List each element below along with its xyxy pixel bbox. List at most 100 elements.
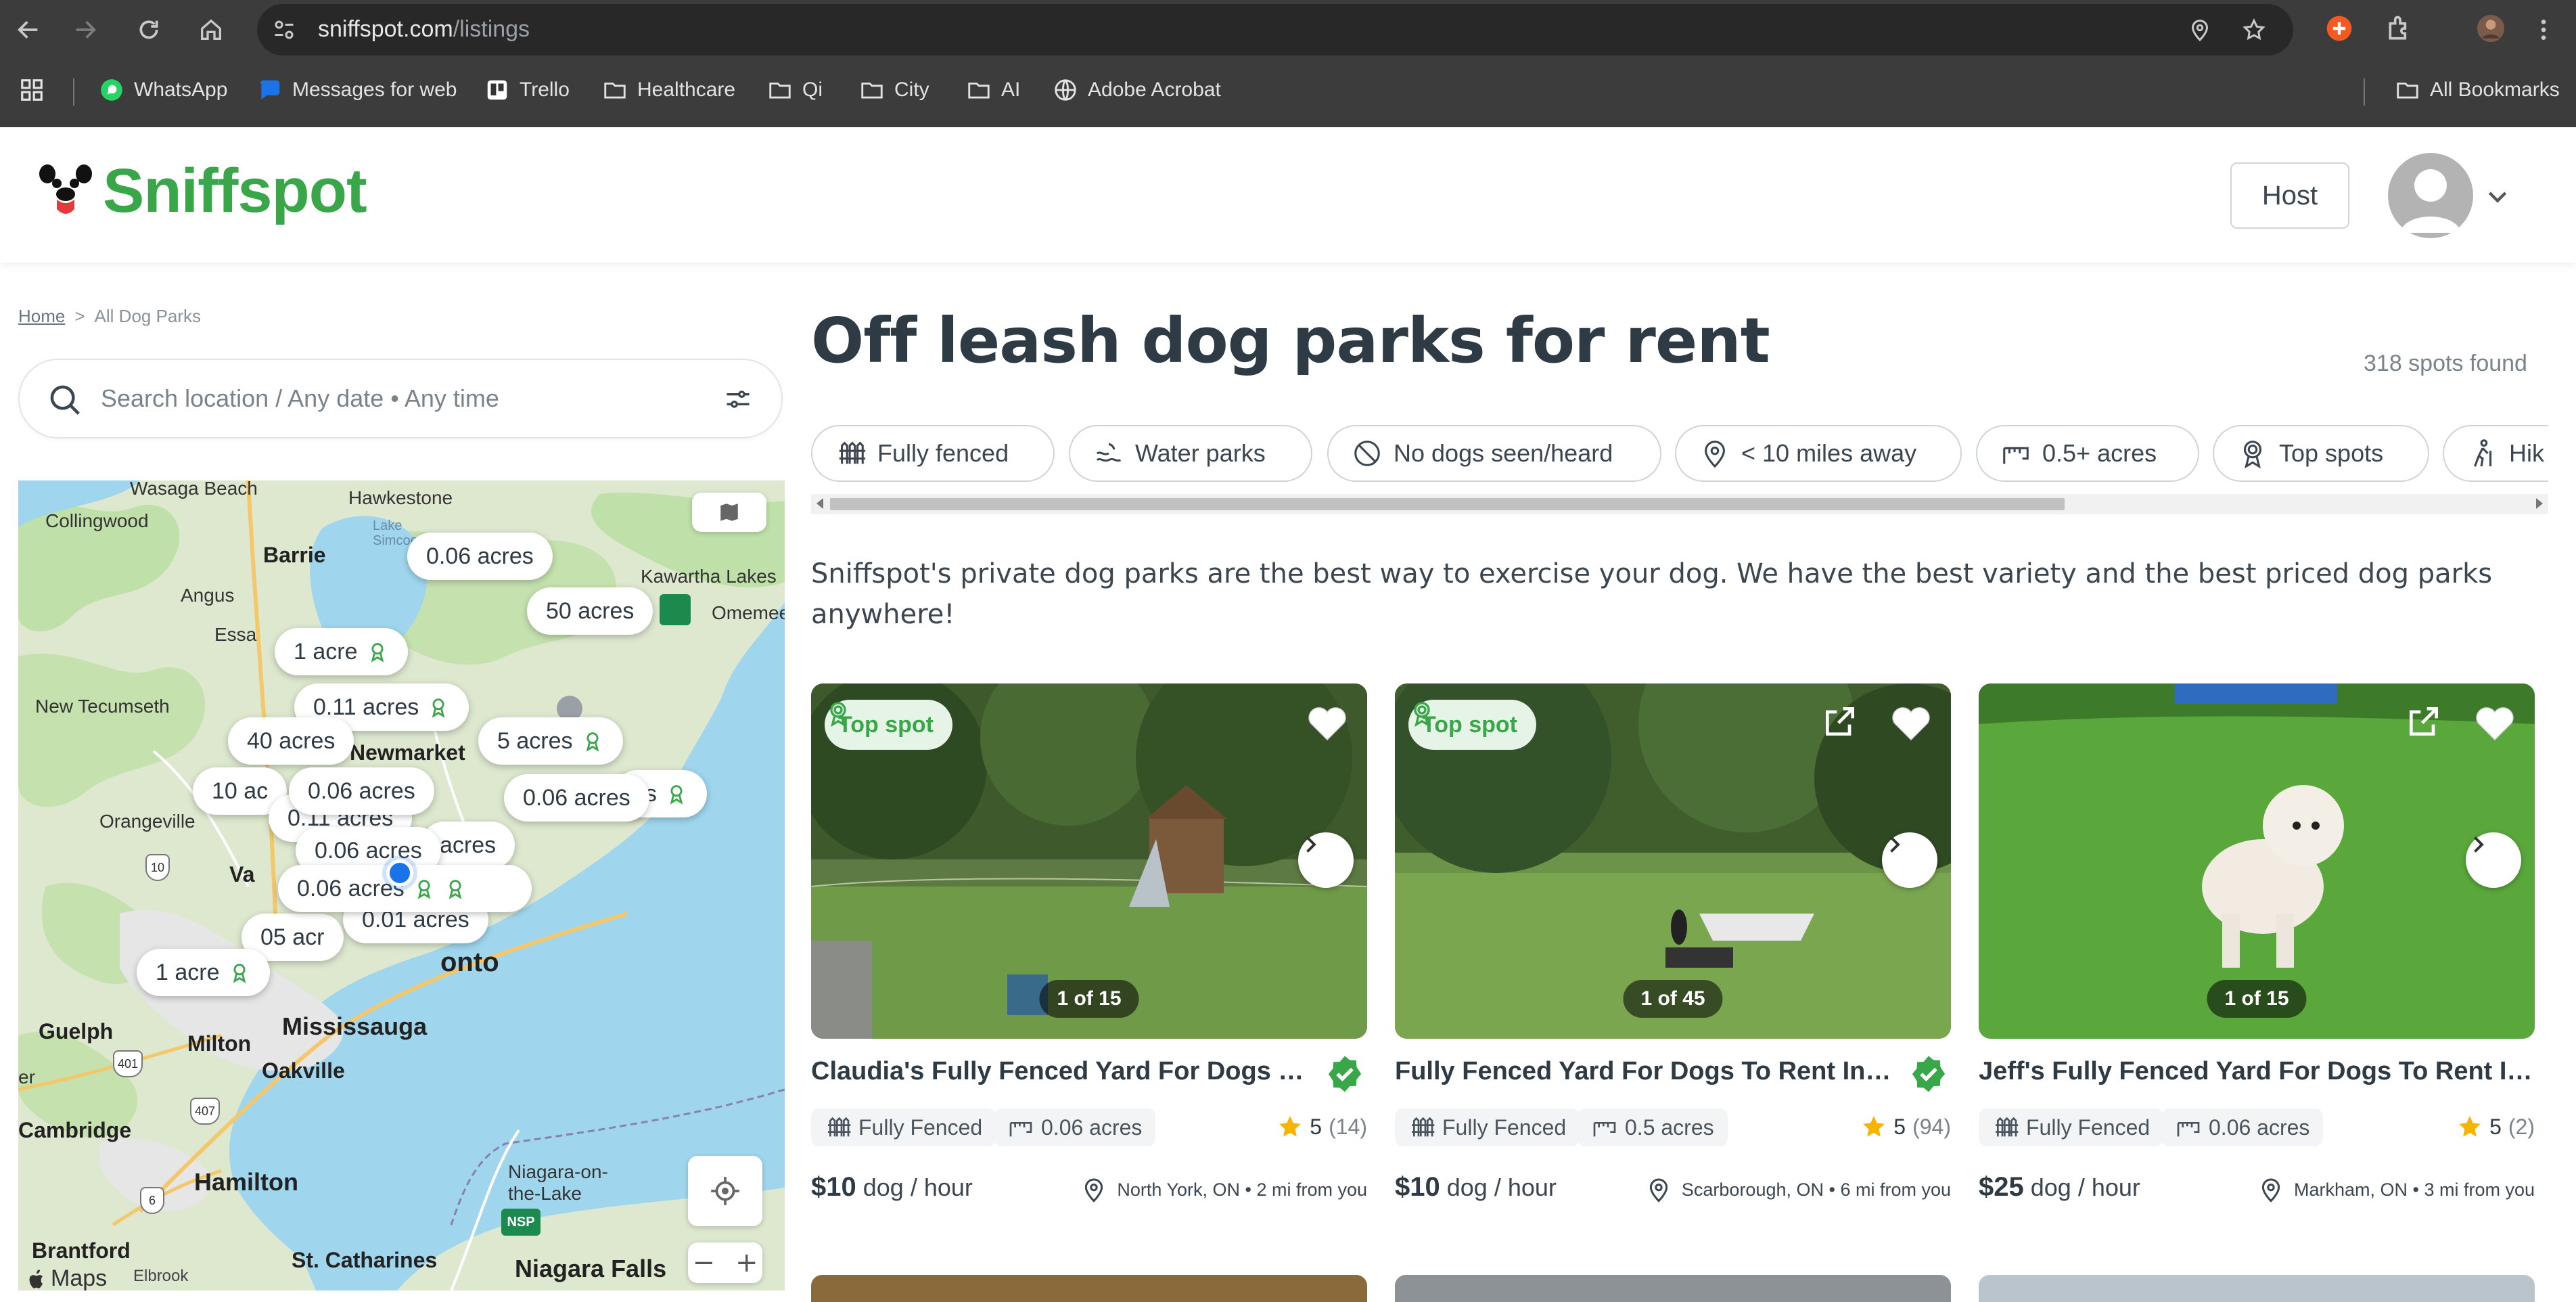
heart-favorite-icon[interactable] <box>1889 701 1933 742</box>
reload-icon[interactable] <box>133 14 165 46</box>
scrollbar-thumb[interactable] <box>830 498 2065 510</box>
bookmark-ai[interactable]: AI <box>966 77 1020 103</box>
site-info-icon[interactable] <box>272 18 296 42</box>
bookmark-messages[interactable]: Messages for web <box>257 77 457 103</box>
map-type-button[interactable] <box>692 493 766 532</box>
listing-title[interactable]: Fully Fenced Yard For Dogs To Rent In Sc… <box>1395 1057 1895 1086</box>
next-photo-button[interactable] <box>1298 832 1354 888</box>
listing-card[interactable]: Top spot 1 of 15 Claudia's Fully Fenced … <box>811 683 1367 1211</box>
chevron-down-icon[interactable] <box>2483 183 2512 210</box>
listing-location: Markham, ON • 3 mi from you <box>2257 1176 2535 1203</box>
bookmarks-separator <box>73 78 74 106</box>
filter-sliders-icon[interactable] <box>723 384 753 414</box>
listing-card-peek[interactable] <box>811 1275 1367 1302</box>
map-pin[interactable]: 40 acres <box>228 717 354 765</box>
rating: 5 (2) <box>2457 1114 2535 1140</box>
share-icon[interactable] <box>1821 702 1859 740</box>
profile-avatar-icon[interactable] <box>2476 14 2506 43</box>
chip-label: No dogs seen/heard <box>1394 439 1613 467</box>
bookmark-label: AI <box>1001 78 1021 101</box>
listings-map[interactable]: Wasaga Beach Hawkestone Collingwood Barr… <box>18 480 785 1290</box>
user-avatar[interactable] <box>2388 153 2473 238</box>
bookmark-whatsapp[interactable]: WhatsApp <box>99 77 227 103</box>
filter-fully-fenced[interactable]: Fully fenced <box>811 425 1055 482</box>
bookmark-label: Trello <box>520 78 570 101</box>
location-label: Markham, ON • 3 mi from you <box>2293 1179 2535 1200</box>
chevron-right-icon <box>2474 836 2484 853</box>
next-photo-button[interactable] <box>2466 832 2521 888</box>
search-input[interactable]: Search location / Any date • Any time <box>101 384 499 413</box>
bookmark-qi[interactable]: Qi <box>767 77 823 103</box>
extension-plus-icon[interactable] <box>2324 14 2354 43</box>
filter-hiking[interactable]: Hik <box>2443 425 2548 482</box>
verified-check-icon <box>1912 1056 1946 1092</box>
next-photo-button[interactable] <box>1882 832 1937 888</box>
zoom-in-button[interactable]: + <box>735 1247 758 1278</box>
listing-card[interactable]: 1 of 15 Jeff's Fully Fenced Yard For Dog… <box>1979 683 2535 1211</box>
location-pin-icon <box>1085 1178 1103 1203</box>
star-icon <box>1279 1116 1302 1137</box>
map-pin[interactable]: 0.06 acres <box>289 767 434 815</box>
extensions-puzzle-icon[interactable] <box>2385 14 2415 43</box>
chips-scrollbar[interactable] <box>811 494 2548 514</box>
filter-water-parks[interactable]: Water parks <box>1069 425 1312 482</box>
bookmark-city[interactable]: City <box>859 77 929 103</box>
zoom-out-button[interactable]: − <box>692 1247 715 1278</box>
listing-title[interactable]: Jeff's Fully Fenced Yard For Dogs To Ren… <box>1979 1057 2535 1086</box>
search-bar[interactable]: Search location / Any date • Any time <box>18 359 783 439</box>
listing-photo[interactable]: Top spot 1 of 45 <box>1395 683 1951 1039</box>
listing-card-peek[interactable] <box>1395 1275 1951 1302</box>
trello-icon <box>484 77 510 103</box>
ruler-icon <box>2177 1122 2200 1137</box>
heart-favorite-icon[interactable] <box>1305 701 1350 742</box>
scroll-right-arrow[interactable] <box>2536 498 2543 509</box>
address-bar[interactable]: sniffspot.com/listings <box>257 4 2293 55</box>
home-icon[interactable] <box>195 14 227 46</box>
sniffspot-logo[interactable]: Sniffspot <box>38 156 367 227</box>
award-ribbon-icon <box>233 964 246 983</box>
fence-tag: Fully Fenced <box>1395 1108 1580 1146</box>
bookmark-adobe-acrobat[interactable]: Adobe Acrobat <box>1053 77 1221 103</box>
breadcrumb-home-link[interactable]: Home <box>18 306 65 327</box>
map-pin[interactable]: 1 acre <box>275 628 408 675</box>
locate-me-button[interactable] <box>688 1156 762 1226</box>
listing-title[interactable]: Claudia's Fully Fenced Yard For Dogs To … <box>811 1057 1312 1086</box>
forward-icon[interactable] <box>69 14 101 46</box>
filter-under-10-miles[interactable]: < 10 miles away <box>1675 425 1962 482</box>
bookmark-trello[interactable]: Trello <box>484 77 570 103</box>
all-bookmarks[interactable]: All Bookmarks <box>2395 77 2560 103</box>
fence-icon <box>1412 1117 1435 1137</box>
chip-label: < 10 miles away <box>1741 439 1917 467</box>
location-icon[interactable] <box>2188 18 2212 42</box>
listing-card[interactable]: Top spot 1 of 45 Fully Fenced Yard For D… <box>1395 683 1951 1211</box>
map-pin[interactable]: 5 acres <box>478 717 623 765</box>
listing-card-peek[interactable] <box>1979 1275 2535 1302</box>
bookmark-label: Qi <box>802 78 823 101</box>
url-text[interactable]: sniffspot.com/listings <box>318 16 530 43</box>
location-label: Scarborough, ON • 6 mi from you <box>1681 1179 1951 1200</box>
listing-photo[interactable]: 1 of 15 <box>1979 683 2535 1039</box>
bookmark-label: WhatsApp <box>134 78 228 101</box>
filter-top-spots[interactable]: Top spots <box>2213 425 2429 482</box>
back-icon[interactable] <box>12 14 45 46</box>
star-bookmark-icon[interactable] <box>2242 18 2266 42</box>
price-value: $10 <box>811 1172 856 1202</box>
filter-no-dogs-seen-heard[interactable]: No dogs seen/heard <box>1327 425 1661 482</box>
fence-label: Fully Fenced <box>858 1115 983 1140</box>
price-unit: dog / hour <box>2030 1173 2140 1201</box>
apps-grid-icon[interactable] <box>19 77 45 103</box>
host-button[interactable]: Host <box>2230 162 2349 229</box>
map-pin[interactable]: 1 acre <box>137 949 270 996</box>
map-pin[interactable]: 0.06 acres <box>504 774 649 822</box>
browser-menu-icon[interactable] <box>2527 14 2560 46</box>
heart-favorite-icon[interactable] <box>2472 701 2517 742</box>
bookmark-label: Messages for web <box>292 78 457 101</box>
scroll-left-arrow[interactable] <box>816 498 823 509</box>
share-icon[interactable] <box>2405 702 2443 740</box>
map-pin[interactable]: 50 acres <box>527 587 653 635</box>
filter-half-acre-plus[interactable]: 0.5+ acres <box>1976 425 2199 482</box>
listing-photo[interactable]: Top spot 1 of 15 <box>811 683 1367 1039</box>
pin-label: 5 acres <box>497 727 573 754</box>
map-pin[interactable]: 0.06 acres <box>407 533 553 580</box>
bookmark-healthcare[interactable]: Healthcare <box>602 77 735 103</box>
